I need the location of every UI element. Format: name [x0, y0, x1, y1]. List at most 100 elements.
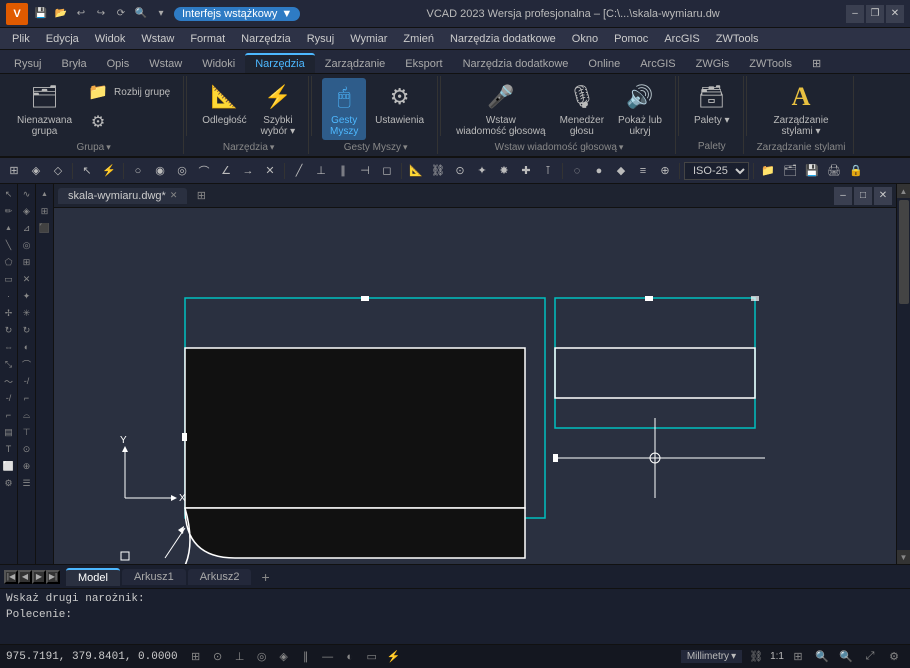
tb-lock[interactable]: 🔒: [846, 161, 866, 181]
tb-quad[interactable]: ◆: [611, 161, 631, 181]
lt1-rotate[interactable]: ↻: [1, 322, 17, 338]
btn-odleglosc[interactable]: 📐 Odległość: [197, 78, 251, 129]
status-unit[interactable]: Millimetry ▾: [681, 650, 742, 663]
lt2-btn13[interactable]: ⌐: [19, 390, 35, 406]
lt1-mirror[interactable]: ⇔: [1, 339, 17, 355]
qa-settings[interactable]: ▾: [152, 5, 170, 23]
qa-redo[interactable]: ↪: [92, 5, 110, 23]
menu-narzedzia[interactable]: Narzędzia: [233, 31, 299, 47]
lt2-btn16[interactable]: ⊙: [19, 441, 35, 457]
canvas-restore[interactable]: □: [854, 187, 872, 205]
tb-angle[interactable]: ∠: [216, 161, 236, 181]
status-trans[interactable]: ◐: [340, 647, 360, 667]
status-chain-icon[interactable]: ⛓: [746, 647, 766, 667]
tb-node[interactable]: ●: [589, 161, 609, 181]
narzedzia-expand-icon[interactable]: ▾: [270, 142, 275, 153]
lt3-btn2[interactable]: ⊞: [37, 203, 53, 219]
lt2-btn17[interactable]: ⊕: [19, 458, 35, 474]
btn-pokaz-ukryj[interactable]: 🔊 Pokaż lubukryj: [613, 78, 667, 140]
tb-int[interactable]: ✦: [472, 161, 492, 181]
tb-line3[interactable]: ∥: [333, 161, 353, 181]
menu-arcgis[interactable]: ArcGIS: [656, 31, 707, 47]
tb-x1[interactable]: ✕: [260, 161, 280, 181]
status-dyn[interactable]: ⚡: [384, 647, 404, 667]
menu-wymiar[interactable]: Wymiar: [342, 31, 395, 47]
lt1-pencil[interactable]: ✏: [1, 203, 17, 219]
status-otrack[interactable]: ∥: [296, 647, 316, 667]
qa-refresh[interactable]: ⟳: [112, 5, 130, 23]
lt2-btn18[interactable]: ☰: [19, 475, 35, 491]
tb-line2[interactable]: ⊥: [311, 161, 331, 181]
qa-save[interactable]: 💾: [32, 5, 50, 23]
tab-narz-dod[interactable]: Narzędzia dodatkowe: [453, 55, 579, 73]
menu-wstaw[interactable]: Wstaw: [133, 31, 182, 47]
lt2-btn2[interactable]: ◈: [19, 203, 35, 219]
lt1-chamfer[interactable]: ⌐: [1, 407, 17, 423]
tb-insert[interactable]: ✚: [516, 161, 536, 181]
tb-tang[interactable]: ◌: [567, 161, 587, 181]
status-scale-icon[interactable]: ⊞: [788, 647, 808, 667]
tab-rysuj[interactable]: Rysuj: [4, 55, 52, 73]
btn-nienazwana-grupa[interactable]: 🗂 Nienazwanagrupa: [12, 78, 77, 140]
canvas-close[interactable]: ✕: [874, 187, 892, 205]
model-nav-first[interactable]: |◀: [4, 570, 18, 584]
tab-add[interactable]: +: [253, 567, 277, 587]
tab-grid[interactable]: ⊞: [802, 54, 831, 73]
lt1-block[interactable]: ⬜: [1, 458, 17, 474]
tb-circle2[interactable]: ◉: [150, 161, 170, 181]
tab-zwtools[interactable]: ZWTools: [739, 55, 802, 73]
lt1-t1[interactable]: ▲: [1, 220, 17, 236]
menu-edycja[interactable]: Edycja: [38, 31, 87, 47]
restore-button[interactable]: ❐: [866, 5, 884, 23]
tb-snap-3[interactable]: ◇: [48, 161, 68, 181]
qa-open[interactable]: 📂: [52, 5, 70, 23]
tb-ext[interactable]: ≡: [633, 161, 653, 181]
close-button[interactable]: ✕: [886, 5, 904, 23]
status-ortho[interactable]: ⊥: [230, 647, 250, 667]
canvas-tab-file[interactable]: skala-wymiaru.dwg* ✕: [58, 188, 187, 204]
lt2-btn10[interactable]: ◐: [19, 339, 35, 355]
lt1-t2[interactable]: ╲: [1, 237, 17, 253]
lt2-btn6[interactable]: ✕: [19, 271, 35, 287]
btn-wstaw-wiadomosc[interactable]: 🎤 Wstawwiadomość głosową: [451, 78, 551, 140]
tb-arc[interactable]: ⌒: [194, 161, 214, 181]
interface-selector[interactable]: Interfejs wstążkowy ▼: [174, 7, 300, 21]
menu-rysuj[interactable]: Rysuj: [299, 31, 343, 47]
scroll-track[interactable]: [899, 200, 909, 548]
tb-cursor[interactable]: ↖: [77, 161, 97, 181]
lt1-dash1[interactable]: -/: [1, 390, 17, 406]
scroll-thumb[interactable]: [899, 200, 909, 304]
scroll-up-btn[interactable]: ▲: [897, 184, 910, 198]
btn-szybki-wybor[interactable]: ⚡ Szybkiwybór ▾: [256, 78, 300, 140]
lt2-btn1[interactable]: ∿: [19, 186, 35, 202]
status-settings2[interactable]: ⚙: [884, 647, 904, 667]
tab-widoki[interactable]: Widoki: [192, 55, 245, 73]
tb-folder2[interactable]: 🗂: [780, 161, 800, 181]
btn-gesty-myszy[interactable]: 🖱 GestyMyszy: [322, 78, 366, 140]
tb-chain[interactable]: ⛓: [428, 161, 448, 181]
canvas-tab-extra[interactable]: ⊞: [193, 188, 209, 204]
lt1-dot[interactable]: ·: [1, 288, 17, 304]
lt2-btn12[interactable]: -/: [19, 373, 35, 389]
lt2-btn7[interactable]: ✦: [19, 288, 35, 304]
menu-zmien[interactable]: Zmień: [395, 31, 442, 47]
tb-circle1[interactable]: ○: [128, 161, 148, 181]
btn-zarzadzanie-stylami[interactable]: A Zarządzaniestylami ▾: [769, 78, 834, 140]
model-nav-next[interactable]: ▶: [32, 570, 46, 584]
tab-model[interactable]: Model: [66, 568, 120, 586]
status-grid[interactable]: ⊞: [186, 647, 206, 667]
status-snap[interactable]: ⊙: [208, 647, 228, 667]
tb-select[interactable]: ⚡: [99, 161, 119, 181]
tb-snap4[interactable]: ◻: [377, 161, 397, 181]
tb-circle3[interactable]: ◎: [172, 161, 192, 181]
status-polar[interactable]: ◎: [252, 647, 272, 667]
lt2-btn5[interactable]: ⊞: [19, 254, 35, 270]
qa-search[interactable]: 🔍: [132, 5, 150, 23]
tb-arrow[interactable]: →: [238, 161, 258, 181]
status-zoom-out[interactable]: 🔍: [836, 647, 856, 667]
btn-ustawienia[interactable]: ⚙ Ustawienia: [370, 78, 429, 129]
canvas-tab-close[interactable]: ✕: [170, 190, 178, 201]
lt2-btn11[interactable]: ⌒: [19, 356, 35, 372]
tb-ptlast[interactable]: ⊕: [655, 161, 675, 181]
model-nav-prev[interactable]: ◀: [18, 570, 32, 584]
